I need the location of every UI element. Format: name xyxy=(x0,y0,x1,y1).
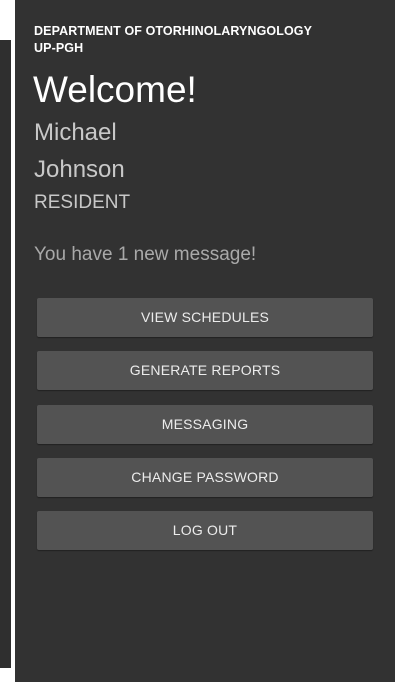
change-password-button[interactable]: CHANGE PASSWORD xyxy=(37,458,373,497)
home-panel: DEPARTMENT OF OTORHINOLARYNGOLOGY UP-PGH… xyxy=(15,0,395,682)
view-schedules-button[interactable]: VIEW SCHEDULES xyxy=(37,298,373,337)
user-role: RESIDENT xyxy=(34,192,131,213)
user-last-name: Johnson xyxy=(34,156,125,183)
messaging-button[interactable]: MESSAGING xyxy=(37,405,373,444)
log-out-button[interactable]: LOG OUT xyxy=(37,511,373,550)
hospital-name: UP-PGH xyxy=(34,41,84,55)
department-header: DEPARTMENT OF OTORHINOLARYNGOLOGY UP-PGH xyxy=(34,23,364,57)
department-name: DEPARTMENT OF OTORHINOLARYNGOLOGY xyxy=(34,24,313,38)
new-message-notice: You have 1 new message! xyxy=(34,244,257,265)
background-edge xyxy=(0,40,11,668)
user-first-name: Michael xyxy=(34,119,117,146)
generate-reports-button[interactable]: GENERATE REPORTS xyxy=(37,351,373,390)
welcome-title: Welcome! xyxy=(33,69,197,110)
